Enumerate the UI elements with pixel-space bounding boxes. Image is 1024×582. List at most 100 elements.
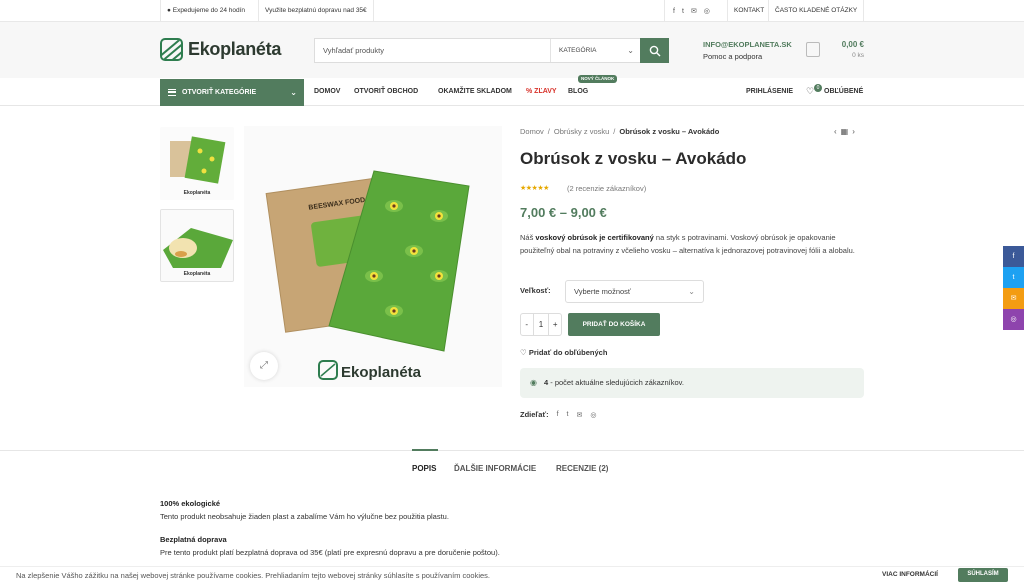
cart-quantity: 0 ks <box>852 52 864 59</box>
tab-reviews[interactable]: RECENZIE (2) <box>556 464 608 473</box>
facebook-icon[interactable]: f <box>557 411 559 418</box>
category-select[interactable]: KATEGÓRIA ⌄ <box>550 39 642 62</box>
increase-button[interactable]: + <box>549 314 561 335</box>
product-description: Náš voskový obrúsok je certifikovaný na … <box>520 231 864 257</box>
gallery-thumbnail-2[interactable]: Ekoplanéta <box>160 209 234 282</box>
main-image-logo: Ekoplanéta <box>341 364 422 381</box>
nav-shop[interactable]: OTVORIŤ OBCHOD <box>354 78 418 105</box>
breadcrumb-home[interactable]: Domov <box>520 127 544 136</box>
tab-description[interactable]: POPIS <box>412 464 436 473</box>
breadcrumb-category[interactable]: Obrúsky z vosku <box>554 127 609 136</box>
cookie-bar: Na zlepšenie Vášho zážitku na našej webo… <box>0 566 1024 582</box>
chevron-right-icon[interactable]: › <box>852 127 859 136</box>
active-tab-indicator <box>412 449 438 451</box>
contact-email[interactable]: INFO@EKOPLANETA.SK <box>703 40 792 49</box>
tab-additional-info[interactable]: ĎALŠIE INFORMÁCIE <box>454 464 536 473</box>
shipping-notice: ● Expedujeme do 24 hodín <box>160 0 251 22</box>
twitter-icon[interactable]: t <box>682 8 684 15</box>
tabs-divider <box>0 450 1024 451</box>
site-logo[interactable]: Ekoplanéta <box>160 38 281 61</box>
contact-info: INFO@EKOPLANETA.SK Pomoc a podpora <box>703 40 792 61</box>
site-header: Ekoplanéta Vyhľadať produkty KATEGÓRIA ⌄… <box>0 22 1024 78</box>
twitter-icon[interactable]: t <box>567 411 569 418</box>
desc-heading-shipping: Bezplatná doprava <box>160 535 227 544</box>
chevron-down-icon: ⌄ <box>627 46 634 55</box>
desc-text-eco: Tento produkt neobsahuje žiaden plast a … <box>160 512 449 521</box>
leaf-logo-icon <box>160 38 183 61</box>
side-twitter-icon[interactable]: t <box>1003 267 1024 288</box>
share-row: Zdieľať: f t ✉ ◎ <box>520 410 596 419</box>
shopping-bag-icon <box>806 42 820 57</box>
shipping-text: Expedujeme do 24 hodín <box>172 7 246 14</box>
search-input[interactable]: Vyhľadať produkty <box>323 39 384 62</box>
variant-label: Veľkosť: <box>520 286 551 295</box>
product-navigation: ‹▦› <box>834 127 859 136</box>
quantity-input[interactable]: 1 <box>532 314 550 335</box>
grid-icon[interactable]: ▦ <box>841 127 853 136</box>
cookie-accept-button[interactable]: SÚHLASÍM <box>958 568 1008 582</box>
login-link[interactable]: PRIHLÁSENIE <box>746 78 793 105</box>
facebook-icon[interactable]: f <box>673 8 675 15</box>
wishlist-count-badge: 0 <box>814 84 822 92</box>
whatsapp-icon[interactable]: ◎ <box>704 7 710 15</box>
search-icon <box>649 45 660 56</box>
rating-stars: ★★★★★ <box>520 185 549 192</box>
add-to-cart-button[interactable]: PRIDAŤ DO KOŠÍKA <box>568 313 660 336</box>
size-select-value: Vyberte možnosť <box>574 287 631 296</box>
side-email-icon[interactable]: ✉ <box>1003 288 1024 309</box>
side-facebook-icon[interactable]: f <box>1003 246 1024 267</box>
menu-icon <box>168 89 176 96</box>
breadcrumb: Domov / Obrúsky z vosku / Obrúsok z vosku – … <box>520 127 720 136</box>
whatsapp-icon[interactable]: ◎ <box>590 411 596 419</box>
desc-prefix: Náš <box>520 233 536 242</box>
zoom-expand-icon[interactable]: ⤢ <box>250 352 278 380</box>
cart-widget[interactable]: 0,00 € 0 ks <box>806 40 864 62</box>
desc-heading-eco: 100% ekologické <box>160 499 221 508</box>
avocado-wrap-product-image: BEESWAX FOOD WRAPS Ekoplanéta <box>244 126 502 387</box>
add-to-wishlist-label: Pridať do obľúbených <box>528 348 608 357</box>
support-label: Pomoc a podpora <box>703 52 763 61</box>
social-links: f t ✉ ◎ <box>664 0 718 22</box>
heart-icon: ♡ <box>520 348 527 357</box>
reviews-link[interactable]: (2 recenzie zákazníkov) <box>567 184 646 193</box>
top-bar: ● Expedujeme do 24 hodín Využite bezplat… <box>0 0 1024 22</box>
desc-text-shipping: Pre tento produkt platí bezplatná doprav… <box>160 548 500 557</box>
side-whatsapp-icon[interactable]: ◎ <box>1003 309 1024 330</box>
product-title: Obrúsok z vosku – Avokádo <box>520 149 747 168</box>
search-button[interactable] <box>640 38 669 63</box>
category-select-label: KATEGÓRIA <box>559 47 597 54</box>
size-select[interactable]: Vyberte možnosť ⌄ <box>565 280 704 303</box>
cookie-more-link[interactable]: VIAC INFORMÁCIÍ <box>882 571 938 578</box>
chevron-left-icon[interactable]: ‹ <box>834 127 841 136</box>
main-product-image[interactable]: BEESWAX FOOD WRAPS Ekoplanéta <box>244 126 502 387</box>
nav-in-stock[interactable]: OKAMŽITE SKLADOM <box>438 78 512 105</box>
thumbnail-logo: Ekoplanéta <box>183 271 211 277</box>
open-categories-label: OTVORIŤ KATEGÓRIE <box>182 89 257 96</box>
free-shipping-notice: Využite bezplatnú dopravu nad 35€ <box>258 0 374 22</box>
quantity-stepper: - 1 + <box>520 313 562 336</box>
cart-amount: 0,00 € <box>841 40 864 49</box>
open-categories-button[interactable]: OTVORIŤ KATEGÓRIE ⌄ <box>160 79 304 106</box>
desc-bold: voskový obrúsok je certifikovaný <box>535 233 654 242</box>
breadcrumb-current: Obrúsok z vosku – Avokádo <box>619 127 720 136</box>
gallery-thumbnail-1[interactable]: Ekoplanéta <box>160 127 234 200</box>
email-icon[interactable]: ✉ <box>691 7 697 15</box>
faq-link[interactable]: ČASTO KLADENÉ OTÁZKY <box>768 0 865 22</box>
email-icon[interactable]: ✉ <box>576 411 582 419</box>
contact-link[interactable]: KONTAKT <box>727 0 770 22</box>
chevron-down-icon: ⌄ <box>290 88 297 97</box>
decrease-button[interactable]: - <box>521 314 533 335</box>
thumbnail-logo: Ekoplanéta <box>183 190 211 196</box>
watchers-text: - počet aktuálne sledujúcich zákazníkov. <box>548 378 684 387</box>
add-to-wishlist-button[interactable]: ♡ Pridať do obľúbených <box>520 348 607 357</box>
search-bar: Vyhľadať produkty KATEGÓRIA ⌄ <box>314 38 669 63</box>
watchers-notice: ◉ 4 - počet aktuálne sledujúcich zákazní… <box>520 368 864 398</box>
share-label: Zdieľať: <box>520 410 549 419</box>
nav-sale[interactable]: % ZĽAVY <box>526 78 557 105</box>
chevron-down-icon: ⌄ <box>688 287 695 296</box>
nav-home[interactable]: DOMOV <box>314 78 340 105</box>
new-article-badge: NOVÝ ČLÁNOK <box>578 75 618 83</box>
wishlist-link[interactable]: OBĽÚBENÉ <box>824 78 863 105</box>
product-price: 7,00 € – 9,00 € <box>520 205 607 220</box>
heart-icon[interactable]: ♡ <box>806 78 814 105</box>
